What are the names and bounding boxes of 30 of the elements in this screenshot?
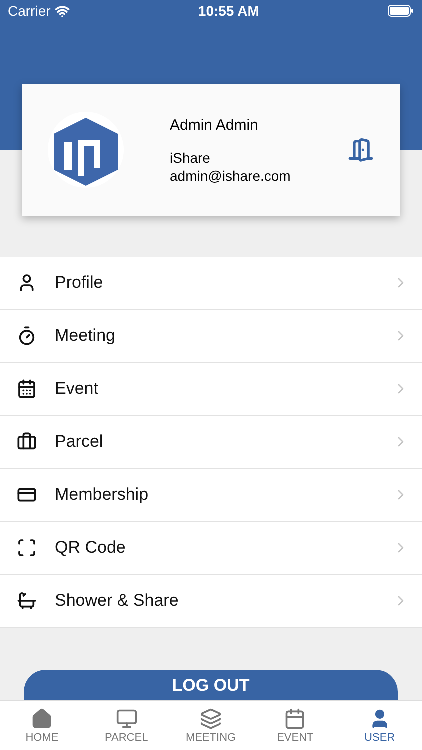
tab-item[interactable]: MEETING [168,701,254,750]
home-icon [31,708,54,730]
tab-item[interactable]: EVENT [253,701,338,750]
menu-item[interactable]: QR Code [0,522,422,575]
tab-item[interactable]: HOME [0,701,84,750]
menu-item[interactable]: Parcel [0,416,422,469]
scan-icon [17,538,37,558]
carrier-text: Carrier [8,2,51,20]
calendar-icon [17,379,37,399]
menu-item[interactable]: Shower & Share [0,575,422,628]
menu-item[interactable]: Membership [0,469,422,522]
company-name: iShare [170,149,212,168]
wifi-icon [54,4,70,18]
user-name: Admin Admin [170,116,260,136]
tab-item[interactable]: USER [338,701,422,750]
user-email: admin@ishare.com [170,167,292,186]
menu-item[interactable]: Event [0,363,422,416]
tab-item[interactable]: PARCEL [84,701,169,750]
layers-icon [200,708,222,730]
timer-icon [17,326,37,346]
menu-item[interactable]: Meeting [0,310,422,363]
door-icon[interactable] [348,137,374,163]
briefcase-icon [17,432,37,452]
monitor-icon [116,708,138,730]
calendar-icon [284,708,306,730]
bathtub-icon [17,591,37,611]
menu-item[interactable]: Profile [0,257,422,310]
battery-icon [388,5,414,17]
logout-button[interactable]: LOG OUT [24,670,398,700]
clock-text: 10:55 AM [198,2,260,20]
